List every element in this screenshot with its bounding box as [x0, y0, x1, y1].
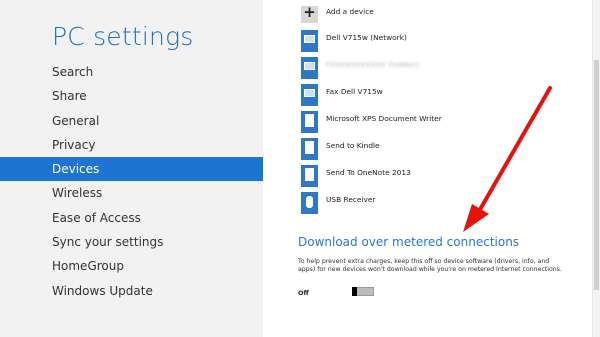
scrollbar-thumb[interactable]	[594, 60, 599, 290]
device-item[interactable]: Send to Kindle	[301, 138, 591, 160]
device-item[interactable]: Dell V715w (Network)	[301, 30, 591, 52]
sidebar-item-ease-of-access[interactable]: Ease of Access	[0, 206, 263, 230]
device-label: Dell V715w (Network)	[326, 33, 407, 42]
document-printer-icon	[301, 138, 318, 160]
printer-icon	[301, 30, 318, 52]
metered-connections-heading: Download over metered connections	[298, 235, 520, 249]
sidebar-item-homegroup[interactable]: HomeGroup	[0, 254, 263, 278]
device-item[interactable]: Microsoft XPS Document Writer	[301, 111, 591, 133]
device-item[interactable]: USB Receiver	[301, 192, 591, 214]
plus-icon	[301, 3, 318, 23]
add-device-label: Add a device	[326, 7, 374, 16]
device-label: Microsoft XPS Document Writer	[326, 114, 442, 123]
metered-connections-description: To help prevent extra charges, keep this…	[298, 258, 562, 274]
toggle-knob[interactable]	[352, 287, 357, 296]
sidebar-item-search[interactable]: Search	[0, 60, 263, 84]
metered-download-toggle[interactable]	[352, 287, 374, 296]
add-device-button[interactable]: Add a device	[301, 3, 591, 26]
device-label: Fax Dell V715w	[326, 87, 383, 96]
sidebar-item-windows-update[interactable]: Windows Update	[0, 279, 263, 303]
printer-icon	[301, 57, 318, 79]
device-item[interactable]: F0XXXXXXXXXX (hidden)	[301, 57, 591, 79]
settings-sidebar: PC settings Search Share General Privacy…	[0, 0, 263, 337]
device-label: Send to Kindle	[326, 141, 380, 150]
vertical-scrollbar[interactable]	[592, 0, 600, 337]
device-item[interactable]: Send To OneNote 2013	[301, 165, 591, 187]
sidebar-item-privacy[interactable]: Privacy	[0, 133, 263, 157]
document-printer-icon	[301, 165, 318, 187]
toggle-state-label: Off	[298, 289, 309, 297]
document-printer-icon	[301, 111, 318, 133]
mouse-icon	[301, 192, 318, 214]
sidebar-item-devices[interactable]: Devices	[0, 157, 263, 182]
page-title: PC settings	[52, 22, 194, 51]
sidebar-item-sync-settings[interactable]: Sync your settings	[0, 230, 263, 254]
fax-icon	[301, 84, 318, 106]
sidebar-nav: Search Share General Privacy Devices Wir…	[0, 60, 263, 303]
sidebar-item-wireless[interactable]: Wireless	[0, 181, 263, 205]
sidebar-item-share[interactable]: Share	[0, 84, 263, 108]
devices-content: Add a device Dell V715w (Network) F0XXXX…	[263, 0, 600, 337]
sidebar-item-general[interactable]: General	[0, 109, 263, 133]
device-item[interactable]: Fax Dell V715w	[301, 84, 591, 106]
device-label: USB Receiver	[326, 195, 376, 204]
device-label-redacted: F0XXXXXXXXXX (hidden)	[326, 60, 420, 69]
device-label: Send To OneNote 2013	[326, 168, 411, 177]
